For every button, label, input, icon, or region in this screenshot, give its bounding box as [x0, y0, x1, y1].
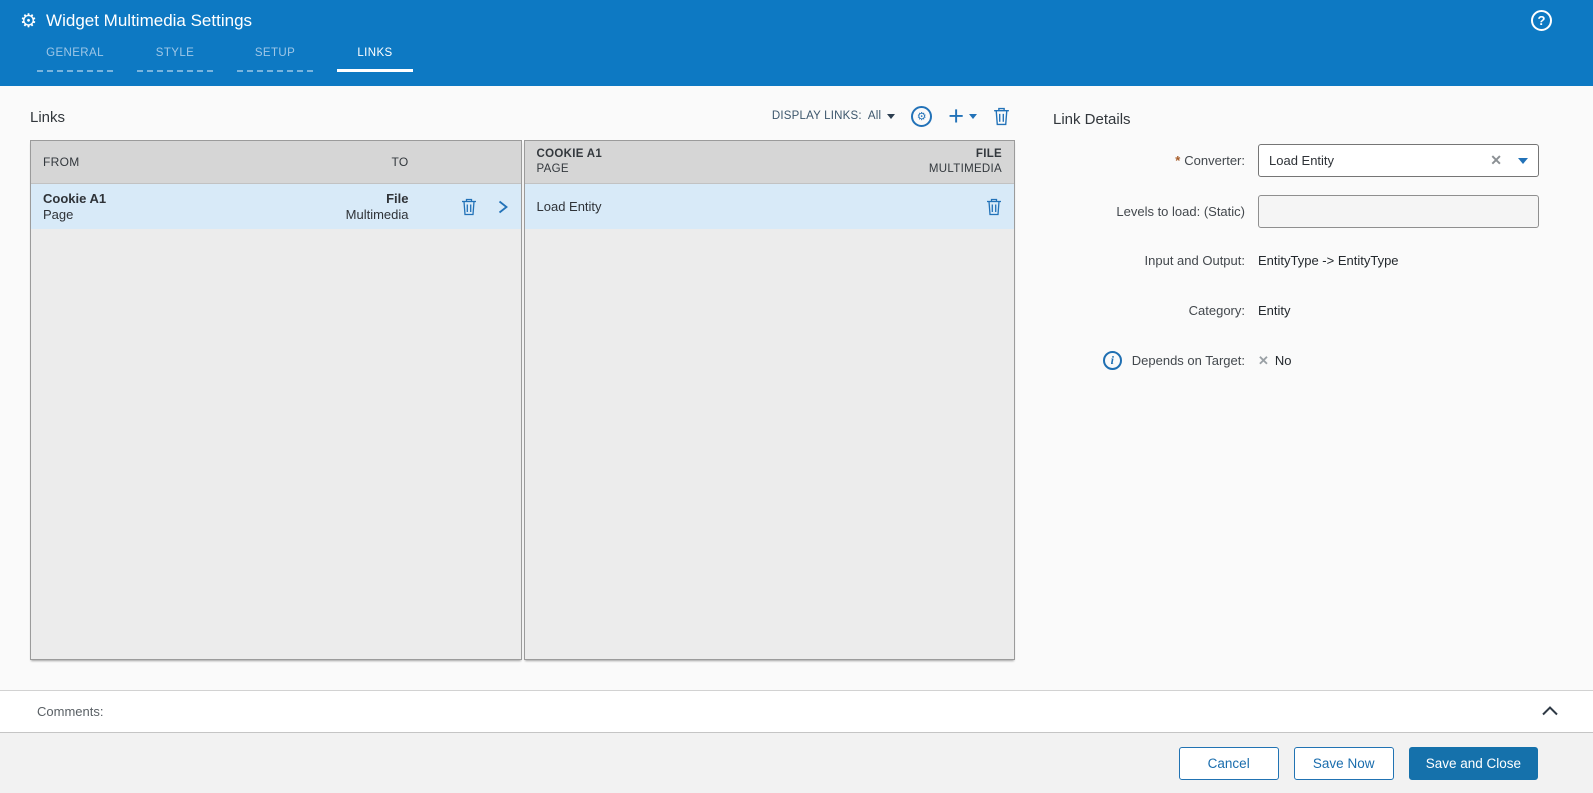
converter-table-header: COOKIE A1 PAGE FILE MULTIMEDIA: [524, 141, 1014, 184]
display-links-value: All: [867, 110, 882, 122]
auto-link-icon[interactable]: ⚙: [911, 105, 933, 127]
depends-on-target-row: i Depends on Target: ✕ No: [1040, 351, 1292, 370]
trash-icon: [461, 198, 476, 215]
converter-selected-value: Load Entity: [1269, 153, 1335, 168]
title-bar: ⚙ Widget Multimedia Settings ? GENERAL S…: [0, 0, 1593, 86]
trash-icon: [994, 107, 1009, 125]
info-icon[interactable]: i: [1102, 351, 1122, 370]
category-row: Category: Entity: [1040, 303, 1291, 318]
to-cell: File Multimedia: [226, 191, 409, 223]
converter-combobox[interactable]: Load Entity ✕: [1258, 144, 1539, 177]
chevron-down-icon[interactable]: [1518, 157, 1528, 164]
column-header-to: TO: [391, 155, 409, 169]
levels-label: Levels to load: (Static): [1040, 204, 1245, 219]
source-type: PAGE: [536, 163, 569, 175]
category-label: Category:: [1040, 303, 1245, 318]
target-name: FILE: [975, 148, 1002, 160]
depends-label: i Depends on Target:: [1040, 351, 1245, 370]
from-type: Page: [43, 206, 74, 222]
links-tables: FROM TO Cookie A1 Page File Multimedia C…: [30, 140, 1015, 660]
tab-general[interactable]: GENERAL: [37, 47, 113, 72]
comments-label: Comments:: [37, 704, 104, 719]
tab-links[interactable]: LINKS: [337, 47, 413, 72]
input-output-label-text: Input and Output:: [1144, 253, 1245, 268]
converter-table: COOKIE A1 PAGE FILE MULTIMEDIA Load Enti…: [523, 140, 1015, 660]
target-type: MULTIMEDIA: [928, 163, 1002, 175]
delete-link-button[interactable]: [993, 107, 1010, 126]
settings-gear-icon: ⚙: [20, 10, 38, 32]
save-now-button[interactable]: Save Now: [1293, 746, 1394, 780]
column-header-from: FROM: [43, 155, 80, 169]
levels-to-load-input[interactable]: [1258, 195, 1539, 228]
comments-bar: Comments:: [0, 690, 1593, 733]
table-empty-area: [31, 229, 521, 659]
x-mark-icon: ✕: [1258, 352, 1269, 368]
trash-icon: [987, 198, 1001, 215]
from-cell: Cookie A1 Page: [43, 191, 226, 223]
input-output-row: Input and Output: EntityType -> EntityTy…: [1040, 253, 1399, 268]
chevron-down-icon: [969, 113, 977, 119]
tab-setup[interactable]: SETUP: [237, 47, 313, 72]
from-name: Cookie A1: [43, 190, 107, 206]
save-and-close-button[interactable]: Save and Close: [1408, 746, 1538, 780]
levels-label-text: Levels to load: (Static): [1116, 204, 1245, 219]
display-links-dropdown[interactable]: DISPLAY LINKS: All: [771, 110, 896, 122]
levels-field-row: Levels to load: (Static): [1040, 195, 1539, 228]
column-header-source: COOKIE A1 PAGE: [537, 147, 770, 177]
input-output-label: Input and Output:: [1040, 253, 1245, 268]
link-row-cookie-a1[interactable]: Cookie A1 Page File Multimedia: [31, 184, 521, 229]
add-link-button[interactable]: +: [948, 101, 977, 131]
window-title: Widget Multimedia Settings: [46, 11, 253, 30]
clear-icon[interactable]: ✕: [1490, 152, 1502, 169]
required-marker: *: [1175, 153, 1181, 168]
tab-bar: GENERAL STYLE SETUP LINKS: [37, 47, 413, 72]
plus-icon: +: [948, 101, 964, 131]
input-output-value: EntityType -> EntityType: [1258, 253, 1399, 268]
to-name: File: [386, 190, 409, 206]
links-toolbar: DISPLAY LINKS: All ⚙ +: [755, 101, 1010, 131]
chevron-down-icon: [887, 113, 896, 119]
depends-label-text: Depends on Target:: [1131, 353, 1245, 368]
display-links-label: DISPLAY LINKS:: [771, 110, 862, 122]
category-label-text: Category:: [1188, 303, 1245, 318]
converter-label: * Converter:: [1040, 153, 1245, 168]
dialog-footer: Cancel Save Now Save and Close: [0, 733, 1593, 793]
delete-row-button[interactable]: [461, 198, 477, 216]
chevron-right-icon: [498, 200, 508, 213]
tab-style[interactable]: STYLE: [137, 47, 213, 72]
converter-row-load-entity[interactable]: Load Entity: [524, 184, 1014, 229]
converter-name: Load Entity: [536, 198, 602, 214]
source-name: COOKIE A1: [536, 148, 603, 160]
depends-value-text: No: [1274, 353, 1292, 368]
column-header-target: FILE MULTIMEDIA: [769, 147, 1002, 177]
link-details-title: Link Details: [1053, 111, 1131, 128]
converter-label-text: Converter:: [1184, 153, 1245, 168]
depends-value: ✕ No: [1258, 353, 1292, 369]
to-type: Multimedia: [345, 206, 409, 222]
converter-field-row: * Converter: Load Entity ✕: [1040, 144, 1539, 177]
from-to-table-header: FROM TO: [31, 141, 521, 184]
collapse-comments-button[interactable]: [1541, 704, 1559, 722]
links-section-title: Links: [30, 109, 66, 126]
chevron-up-icon: [1542, 706, 1558, 716]
cancel-button[interactable]: Cancel: [1178, 746, 1279, 780]
widget-settings-dialog: ⚙ Widget Multimedia Settings ? GENERAL S…: [0, 0, 1593, 793]
help-icon[interactable]: ?: [1531, 10, 1552, 31]
auto-link-gear-glyph: ⚙: [916, 110, 927, 123]
delete-converter-button[interactable]: [986, 198, 1002, 216]
expand-row-button[interactable]: [497, 198, 509, 216]
category-value: Entity: [1258, 303, 1291, 318]
table-empty-area: [524, 229, 1014, 659]
from-to-table: FROM TO Cookie A1 Page File Multimedia: [30, 140, 522, 660]
